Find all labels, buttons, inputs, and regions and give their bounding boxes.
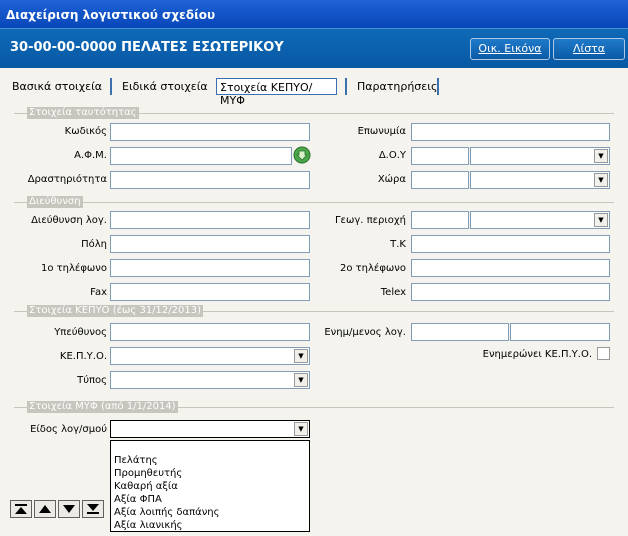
tk-field[interactable] (411, 235, 610, 253)
city-field[interactable] (110, 235, 310, 253)
code-field[interactable] (110, 123, 310, 141)
country-code-field[interactable] (411, 171, 469, 189)
image-button[interactable]: Οικ. Εικόνα (470, 38, 550, 60)
upd-kepyo-label: Ενημερώνει ΚΕ.Π.Υ.Ο. (482, 349, 592, 360)
list-item[interactable]: Πελάτης (111, 454, 309, 467)
geo-select[interactable]: ▼ (470, 211, 610, 229)
list-item[interactable]: Καθαρή αξία (111, 480, 309, 493)
chevron-down-icon[interactable]: ▼ (294, 422, 308, 436)
code-label: Κωδικός (64, 126, 107, 137)
afm-label: Α.Φ.Μ. (74, 150, 107, 161)
doy-select[interactable]: ▼ (470, 147, 610, 165)
tab-notes[interactable]: Παρατηρήσεις (357, 78, 443, 95)
upd-acc-label: Ενημ/μενος λογ. (324, 327, 406, 338)
kind-label: Είδος λογ/σμού (30, 424, 107, 435)
city-label: Πόλη (81, 239, 107, 250)
telex-label: Telex (380, 287, 406, 298)
list-item[interactable]: Αξία ΦΠΑ (111, 493, 309, 506)
type-select[interactable]: ▼ (110, 371, 310, 389)
chevron-down-icon[interactable]: ▼ (294, 349, 308, 363)
address-label: Διεύθυνση λογ. (31, 215, 107, 226)
chevron-down-icon[interactable]: ▼ (294, 373, 308, 387)
responsible-label: Υπεύθυνος (54, 327, 107, 338)
activity-field[interactable] (110, 171, 310, 189)
section-address-title: Διεύθυνση (27, 196, 83, 208)
doy-code-field[interactable] (411, 147, 469, 165)
responsible-field[interactable] (110, 323, 310, 341)
kepyo-label: ΚΕ.Π.Υ.Ο. (59, 351, 107, 362)
phone1-label: 1ο τηλέφωνο (40, 263, 107, 274)
activity-label: Δραστηριότητα (27, 174, 107, 185)
address-field[interactable] (110, 211, 310, 229)
fax-field[interactable] (110, 283, 310, 301)
previous-record-button[interactable] (34, 500, 56, 518)
type-label: Τύπος (77, 375, 107, 386)
tab-kepyo-myf[interactable]: Στοιχεία ΚΕΠΥΟ/ΜΥΦ (216, 78, 337, 107)
geo-code-field[interactable] (411, 211, 469, 229)
section-myf-title: Στοιχεία ΜΥΦ (από 1/1/2014) (27, 401, 178, 413)
window-title: Διαχείριση λογιστικού σχεδίου (0, 0, 628, 28)
first-record-button[interactable] (10, 500, 32, 518)
geo-label: Γεωγ. περιοχή (334, 215, 406, 226)
chevron-down-icon[interactable]: ▼ (594, 149, 608, 163)
tk-label: Τ.Κ (390, 239, 406, 250)
next-record-button[interactable] (58, 500, 80, 518)
upd-acc-field-2[interactable] (510, 323, 610, 341)
list-button[interactable]: Λίστα (553, 38, 625, 60)
fax-label: Fax (90, 287, 107, 298)
tab-special[interactable]: Ειδικά στοιχεία (122, 78, 214, 95)
kepyo-select[interactable]: ▼ (110, 347, 310, 365)
chevron-down-icon[interactable]: ▼ (594, 213, 608, 227)
green-arrow-down-icon[interactable] (293, 146, 311, 164)
list-item[interactable]: Αξία λοιπής δαπάνης (111, 506, 309, 519)
afm-field[interactable] (110, 147, 292, 165)
previous-icon (39, 505, 51, 513)
tab-separator (110, 78, 112, 95)
last-icon (87, 504, 99, 514)
tab-basic[interactable]: Βασικά στοιχεία (12, 78, 104, 95)
chevron-down-icon[interactable]: ▼ (594, 173, 608, 187)
account-title: 30-00-00-0000 ΠΕΛΑΤΕΣ ΕΣΩΤΕΡΙΚΟΥ (10, 40, 284, 55)
country-select[interactable]: ▼ (470, 171, 610, 189)
tab-separator (345, 78, 347, 95)
name-field[interactable] (411, 123, 610, 141)
name-label: Επωνυμία (357, 126, 406, 137)
section-kepyo-title: Στοιχεία ΚΕΠΥΟ (έως 31/12/2013) (27, 305, 203, 317)
telex-field[interactable] (411, 283, 610, 301)
phone2-label: 2ο τηλέφωνο (339, 263, 406, 274)
list-item[interactable]: Προμηθευτής (111, 467, 309, 480)
kind-dropdown-list: Πελάτης Προμηθευτής Καθαρή αξία Αξία ΦΠΑ… (110, 440, 310, 532)
country-label: Χώρα (377, 174, 406, 185)
last-record-button[interactable] (82, 500, 104, 518)
upd-kepyo-checkbox[interactable] (597, 347, 610, 360)
account-header: 30-00-00-0000 ΠΕΛΑΤΕΣ ΕΣΩΤΕΡΙΚΟΥ Οικ. Ει… (0, 28, 628, 68)
section-identity-title: Στοιχεία ταυτότητας (27, 107, 139, 119)
next-icon (63, 505, 75, 513)
list-item[interactable] (111, 441, 309, 454)
phone1-field[interactable] (110, 259, 310, 277)
first-icon (15, 504, 27, 514)
upd-acc-field-1[interactable] (411, 323, 509, 341)
kind-select[interactable]: ▼ (110, 420, 310, 438)
list-item[interactable]: Αξία λιανικής (111, 519, 309, 532)
doy-label: Δ.Ο.Υ (378, 150, 406, 161)
tab-separator (437, 78, 439, 95)
phone2-field[interactable] (411, 259, 610, 277)
